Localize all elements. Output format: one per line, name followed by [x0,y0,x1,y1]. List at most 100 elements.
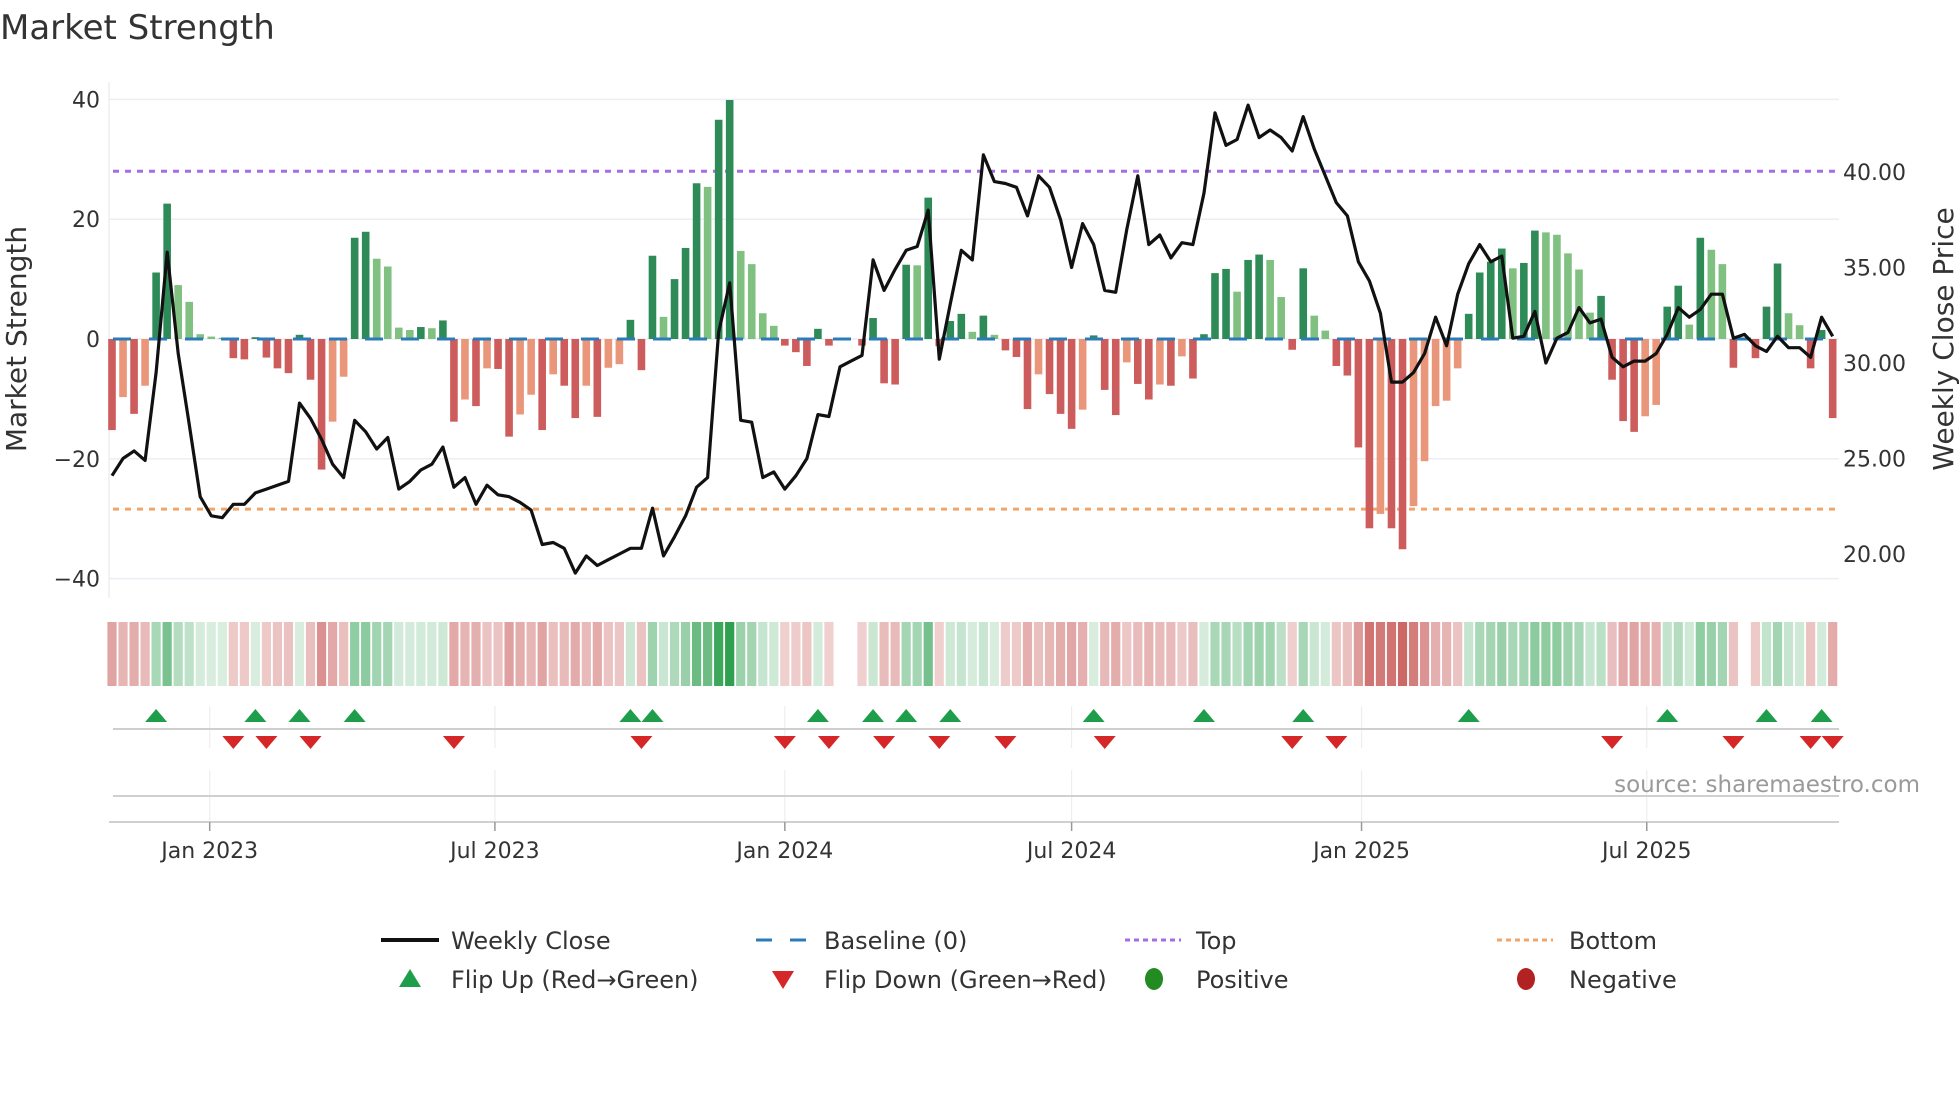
negative-bar [637,339,646,371]
negative-bar [108,339,116,431]
strip-cell [1530,622,1540,686]
negative-bar [1376,339,1385,514]
strip-cell [802,622,812,686]
right-tick-label: 20.00 [1843,543,1906,568]
positive-bar [361,231,370,339]
strip-cell [140,622,150,686]
negative-bar [472,339,480,407]
flip-down-marker [1821,736,1844,749]
strip-cell [1232,622,1242,686]
strip-cell [868,622,878,686]
strip-cell [305,622,316,686]
negative-bar [339,339,348,377]
strip-cell [1563,622,1573,686]
strip-cell [912,622,922,686]
strip-cell [217,622,227,686]
strip-cell [669,622,680,686]
positive-bar [1784,313,1793,339]
chart-title: Market Strength [0,8,275,48]
positive-bar [692,183,701,339]
positive-bar [1222,268,1230,339]
negative-bar [571,339,580,419]
strip-cell [1100,622,1110,686]
strip-cell [460,622,470,686]
strip-cell [1772,622,1783,686]
strip-cell [769,622,779,686]
strip-cell [1033,622,1044,686]
strip-cell [107,622,117,686]
strip-cell [857,622,867,686]
negative-bar [1067,339,1076,429]
strip-cell [515,622,525,686]
legend-label: Bottom [1569,927,1657,955]
flip-down-marker [1325,736,1348,749]
strip-cell [1122,622,1132,686]
strip-cell [383,622,393,686]
negative-bar [461,339,469,400]
negative-bar [1078,339,1087,410]
positive-bar [1773,263,1782,339]
strip-cell [1298,622,1308,686]
x-tick-label: Jan 2025 [1311,839,1410,864]
negative-bar [141,339,149,386]
strip-cell [328,622,338,686]
negative-bar [1354,339,1363,448]
positive-bar [383,266,392,339]
strip-cell [239,622,249,686]
legend-label: Negative [1569,966,1677,994]
negative-bar [1365,339,1374,529]
negative-bar [1641,339,1649,417]
positive-bar [207,336,216,339]
strip-cell [1453,622,1463,686]
strip-cell [504,622,514,686]
strip-cell [1254,622,1264,686]
positive-bar [372,258,381,339]
negative-bar [825,339,833,346]
strip-cell [261,622,272,686]
negative-bar [1178,339,1186,357]
positive-bar [1464,313,1473,339]
left-axis-ticks: 40 20 0 −20 −40 [54,88,100,592]
strip-cell [945,622,955,686]
strip-cell [1618,622,1628,686]
strip-cell [316,622,327,686]
strip-cell [989,622,999,686]
flip-up-marker [895,709,918,722]
x-tick-label: Jan 2024 [734,839,833,864]
negative-bar [582,339,591,386]
strip-cell [1673,622,1683,686]
strip-cell [978,622,988,686]
strip-cell [1265,622,1275,686]
positive-bar [758,313,767,339]
negative-bar [792,339,800,353]
flip-up-marker [862,709,885,722]
positive-bar [957,313,966,339]
strip-cell [1651,622,1661,686]
negative-bar [1045,339,1054,395]
strip-cell [173,622,183,686]
strip-cell [592,622,602,686]
flip-up-marker [1457,709,1480,722]
strip-cell [1022,622,1033,686]
negative-bar [593,339,602,417]
strip-cell [129,622,139,686]
strip-cell [736,622,746,686]
right-tick-label: 40.00 [1843,161,1906,186]
right-axis-ticks: 40.00 35.00 30.00 25.00 20.00 [1843,161,1906,568]
flip-down-marker [255,736,278,749]
flip-markers [113,706,1844,749]
x-axis: Jan 2023 Jul 2023 Jan 2024 Jul 2024 Jan 2025… [109,770,1839,864]
strip-cell [427,622,437,686]
negative-bar [284,339,293,374]
strip-cell [1585,622,1595,686]
strip-cell [449,622,459,686]
strip-cell [1750,622,1761,686]
positive-bar [1762,306,1771,339]
flip-down-marker [222,736,245,749]
positive-bar [1696,237,1705,339]
negative-bar [1398,339,1407,550]
positive-bar [659,316,668,339]
strip-cell [813,622,823,686]
positive-bar [1266,259,1274,339]
negative-bar [483,339,491,369]
